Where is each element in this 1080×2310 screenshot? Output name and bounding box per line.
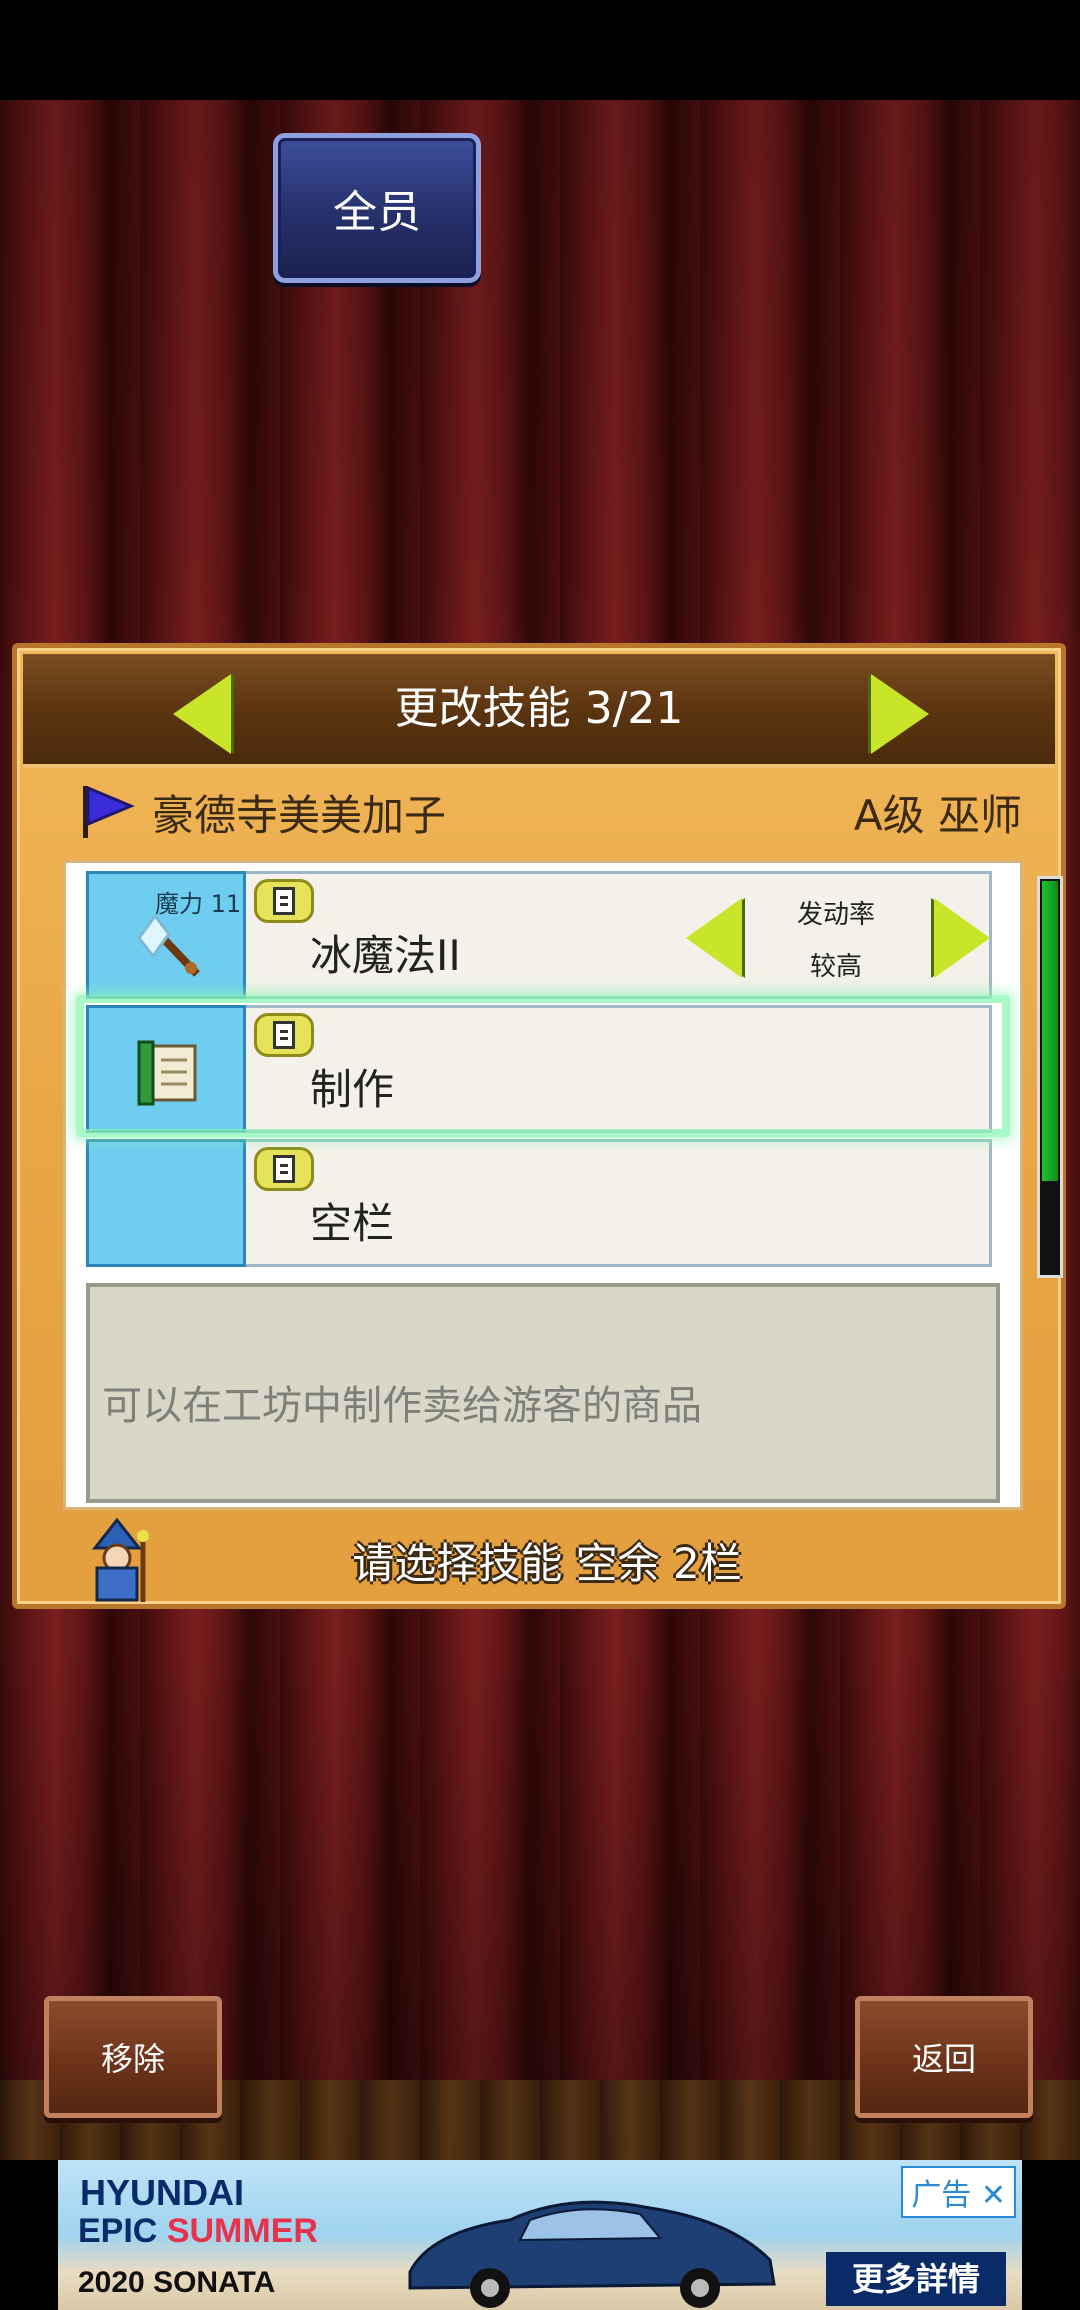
- panel-header: 更改技能 3/21: [23, 654, 1055, 768]
- ad-headline: EPIC SUMMER: [78, 2212, 318, 2251]
- skill-list-scrollbar[interactable]: [1037, 876, 1063, 1278]
- activation-rate-value: 较高: [809, 952, 862, 982]
- slot-icon: [254, 1147, 314, 1191]
- character-row: 豪德寺美美加子 A级 巫师: [57, 774, 1037, 844]
- ad-banner[interactable]: HYUNDAI EPIC SUMMER 2020 SONATA 广告 ✕ 更多詳…: [0, 2160, 1080, 2310]
- skill-icon-cell: [86, 1005, 246, 1133]
- character-name: 豪德寺美美加子: [152, 791, 447, 840]
- skill-row-ice-magic[interactable]: 魔力 11 冰魔法II 发动率 较高: [86, 871, 992, 999]
- mana-cost-label: 魔力 11: [155, 890, 242, 918]
- footer-status-text: 请选择技能 空余 2栏: [352, 1539, 742, 1588]
- prev-character-arrow-icon[interactable]: [173, 674, 231, 754]
- status-bar: [0, 0, 1080, 100]
- skill-list: 魔力 11 冰魔法II 发动率 较高 制作 空栏 可以在工坊中制作卖给游客的商品: [63, 860, 1023, 1510]
- skill-name: 冰魔法II: [310, 931, 461, 980]
- skill-name: 空栏: [310, 1199, 395, 1248]
- skill-row-craft[interactable]: 制作: [86, 1005, 992, 1133]
- close-icon[interactable]: ✕: [981, 2178, 1006, 2213]
- character-class: A级 巫师: [853, 791, 1022, 840]
- skill-description-box: 可以在工坊中制作卖给游客的商品: [86, 1283, 1000, 1503]
- change-skill-panel: 更改技能 3/21 豪德寺美美加子 A级 巫师 魔力 11 冰魔法II 发动率 …: [12, 643, 1066, 1609]
- skill-body: 制作: [246, 1005, 992, 1133]
- flag-icon: [83, 785, 135, 838]
- ad-cta-button[interactable]: 更多詳情: [826, 2252, 1006, 2306]
- ad-tag-label: 广告: [911, 2178, 972, 2213]
- ad-headline-a: EPIC: [78, 2212, 167, 2250]
- activation-rate-label: 发动率: [796, 900, 875, 930]
- slot-icon: [254, 879, 314, 923]
- scrollbar-thumb[interactable]: [1042, 881, 1058, 1181]
- rate-increase-arrow-icon[interactable]: [934, 898, 990, 978]
- skill-body: 冰魔法II 发动率 较高: [246, 871, 992, 999]
- scroll-icon: [137, 1040, 197, 1106]
- skill-icon-cell: 魔力 11: [86, 871, 246, 999]
- skill-row-empty[interactable]: 空栏: [86, 1139, 992, 1267]
- slot-icon: [254, 1013, 314, 1057]
- ad-model: 2020 SONATA: [78, 2266, 276, 2299]
- skill-body: 空栏: [246, 1139, 992, 1267]
- ad-content[interactable]: HYUNDAI EPIC SUMMER 2020 SONATA 广告 ✕ 更多詳…: [58, 2160, 1022, 2310]
- ad-tag[interactable]: 广告 ✕: [901, 2166, 1016, 2218]
- ad-brand: HYUNDAI: [80, 2172, 245, 2213]
- car-image: [408, 2200, 776, 2308]
- next-character-arrow-icon[interactable]: [871, 674, 929, 754]
- skill-name: 制作: [310, 1065, 395, 1114]
- back-button[interactable]: 返回: [855, 1996, 1033, 2118]
- panel-footer: 请选择技能 空余 2栏: [57, 1518, 1037, 1602]
- ad-headline-b: SUMMER: [166, 2212, 318, 2250]
- rate-decrease-arrow-icon[interactable]: [686, 898, 742, 978]
- skill-icon-cell: [86, 1139, 246, 1267]
- remove-button[interactable]: 移除: [44, 1996, 222, 2118]
- all-members-button[interactable]: 全员: [273, 133, 481, 283]
- skill-description: 可以在工坊中制作卖给游客的商品: [102, 1383, 702, 1429]
